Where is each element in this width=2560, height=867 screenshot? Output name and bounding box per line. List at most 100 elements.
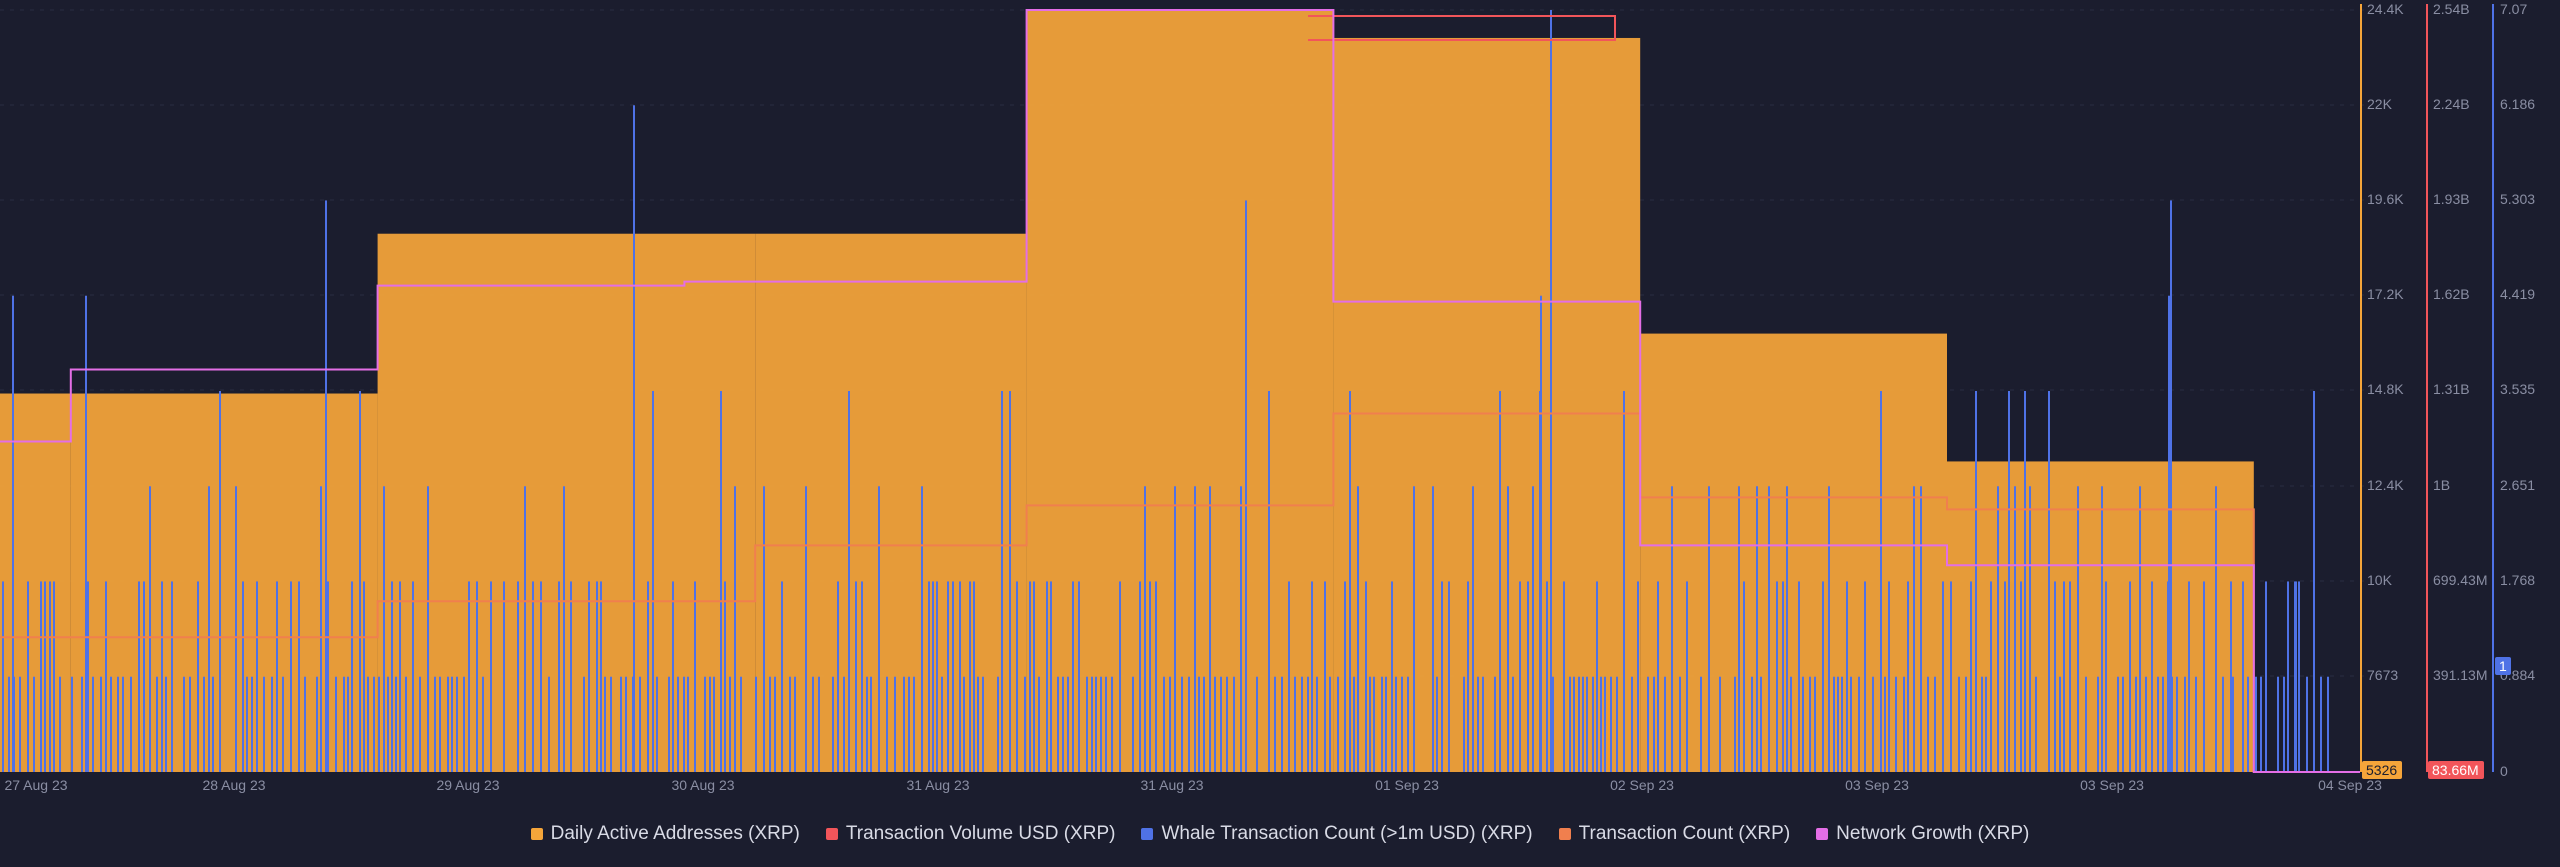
whale-bar [2157, 676, 2159, 772]
whale-bar [1846, 581, 1848, 772]
whale-spike [1540, 295, 1542, 772]
whale-bar [672, 581, 674, 772]
whale-bar [548, 676, 550, 772]
whale-bar [1671, 486, 1673, 772]
whale-bar [53, 581, 55, 772]
whale-bar [49, 581, 51, 772]
whale-bar [1381, 676, 1383, 772]
whale-bar [2077, 486, 2079, 772]
whale-bar [1301, 676, 1303, 772]
tick-label-whale: 3.535 [2500, 381, 2535, 397]
whale-bar [713, 676, 715, 772]
legend-item-daily-active-addresses[interactable]: Daily Active Addresses (XRP) [530, 823, 800, 845]
whale-bar [1365, 581, 1367, 772]
whale-bar [1401, 676, 1403, 772]
whale-bar [1385, 676, 1387, 772]
whale-bar [936, 581, 938, 772]
whale-bar [33, 676, 35, 772]
whale-bar [1111, 676, 1113, 772]
whale-bar [1990, 581, 1992, 772]
whale-bar [973, 581, 975, 772]
whale-bar [1895, 676, 1897, 772]
whale-bar [1407, 676, 1409, 772]
whale-bar [235, 486, 237, 772]
whale-bar [343, 676, 345, 772]
whale-bar [2048, 391, 2050, 772]
whale-bar [2283, 676, 2285, 772]
whale-bar [2059, 676, 2061, 772]
whale-bar [1837, 676, 1839, 772]
whale-bar [1920, 486, 1922, 772]
whale-bar [704, 676, 706, 772]
whale-bar [2162, 676, 2164, 772]
whale-bar [1268, 391, 1270, 772]
whale-bar [687, 676, 689, 772]
whale-bar [1016, 581, 1018, 772]
whale-bar [383, 486, 385, 772]
whale-bar [1664, 676, 1666, 772]
whale-bar [1029, 581, 1031, 772]
whale-bar [861, 581, 863, 772]
x-tick-label: 01 Sep 23 [1375, 777, 1439, 793]
whale-bar [476, 581, 478, 772]
whale-bar [1653, 676, 1655, 772]
whale-bar [1214, 676, 1216, 772]
whale-bar [647, 581, 649, 772]
whale-bar [1220, 676, 1222, 772]
whale-bar [304, 676, 306, 772]
whale-bar [832, 676, 834, 772]
whale-bar [1337, 676, 1339, 772]
whale-bar [1432, 486, 1434, 772]
legend-item-network-growth[interactable]: Network Growth (XRP) [1816, 823, 2029, 845]
whale-bar [1001, 391, 1003, 772]
whale-bar [387, 676, 389, 772]
whale-bar [1149, 581, 1151, 772]
whale-bar [963, 676, 965, 772]
whale-bar [59, 676, 61, 772]
legend-item-transaction-count[interactable]: Transaction Count (XRP) [1558, 823, 1790, 845]
whale-bar [256, 581, 258, 772]
whale-bar [1226, 676, 1228, 772]
whale-bar [1903, 676, 1905, 772]
whale-bar [1592, 676, 1594, 772]
whale-bar [1316, 676, 1318, 772]
whale-bar [391, 581, 393, 772]
whale-bar [558, 581, 560, 772]
whale-bar [2151, 581, 2153, 772]
whale-bar [327, 581, 329, 772]
whale-bar [639, 676, 641, 772]
whale-bar [1864, 581, 1866, 772]
whale-bar [1281, 676, 1283, 772]
chart-area: 24.4K 22K 19.6K 17.2K 14.8K 12.4K 10K 7673 2.54B… [0, 0, 2560, 867]
whale-bar [282, 676, 284, 772]
whale-bar [1203, 676, 1205, 772]
whale-bar [251, 676, 253, 772]
legend-item-whale-transaction-count[interactable]: Whale Transaction Count (>1m USD) (XRP) [1141, 823, 1533, 845]
whale-bar [359, 391, 361, 772]
whale-bar [2242, 581, 2244, 772]
whale-bar [1307, 676, 1309, 772]
whale-bar [600, 581, 602, 772]
whale-bar [2298, 581, 2300, 772]
whale-bar [1934, 676, 1936, 772]
whale-bar [2029, 486, 2031, 772]
whale-bar [1294, 676, 1296, 772]
x-tick-label: 03 Sep 23 [1845, 777, 1909, 793]
whale-bar [71, 676, 73, 772]
whale-bar [1472, 486, 1474, 772]
whale-bar [1494, 676, 1496, 772]
whale-bar [246, 676, 248, 772]
whale-bar [203, 676, 205, 772]
whale-bar [1927, 676, 1929, 772]
legend-item-transaction-volume[interactable]: Transaction Volume USD (XRP) [825, 823, 1116, 845]
whale-bar [503, 581, 505, 772]
whale-spike [85, 295, 87, 772]
whale-bar [1563, 581, 1565, 772]
whale-bar [982, 676, 984, 772]
legend-label: Transaction Volume USD (XRP) [845, 823, 1116, 844]
whale-bar [1395, 676, 1397, 772]
legend-swatch-daa [530, 828, 543, 840]
whale-bar [27, 581, 29, 772]
whale-bar [1942, 581, 1944, 772]
whale-bar [604, 676, 606, 772]
